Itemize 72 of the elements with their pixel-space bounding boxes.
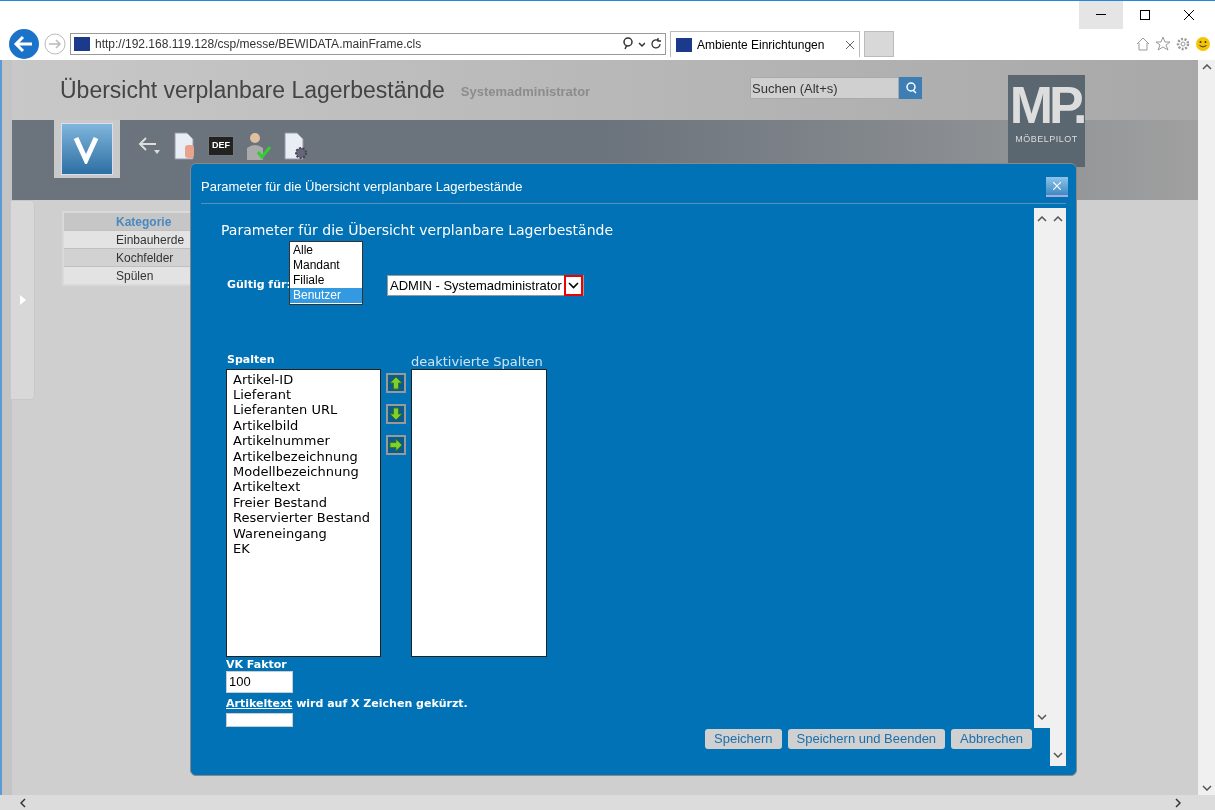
scroll-up-icon[interactable] [1201,64,1212,70]
list-item[interactable]: Artikeltext [233,479,374,495]
dropdown-button[interactable] [563,275,583,296]
move-right-button[interactable] [386,434,406,455]
confirm-button[interactable] [54,120,120,178]
dropdown-option[interactable]: Mandant [290,258,362,273]
expand-icon [19,295,26,305]
star-icon[interactable] [1155,36,1171,52]
logo-name: MÖBELPILOT [1015,133,1078,146]
refresh-icon[interactable] [650,38,662,50]
list-item[interactable]: Wareneingang [233,525,374,541]
dialog-button[interactable]: Speichern und Beenden [787,729,946,749]
search-icon[interactable] [623,37,645,51]
dropdown-option[interactable]: Alle [290,243,362,258]
close-icon [1184,10,1194,20]
search-button[interactable] [899,77,922,99]
url-text: http://192.168.119.128/csp/messe/BEWIDATA.mainFrame.cls [95,36,423,53]
scroll-down-icon[interactable] [1201,785,1212,791]
dialog-button[interactable]: Speichern [705,729,782,749]
page-title: Übersicht verplanbare Lagerbestände [60,75,445,105]
site-logo-icon [676,37,692,52]
document-gear-icon[interactable] [284,132,308,160]
site-logo-icon [74,37,90,51]
chevron-down-icon [567,282,579,289]
section-label: Spalten [227,352,275,368]
list-item[interactable]: Artikelnummer [233,433,374,449]
minimize-icon [1096,14,1106,16]
text-limit-field[interactable] [226,713,293,727]
browser-tab[interactable]: Ambiente Einrichtungen [670,31,860,57]
valid-for-select[interactable]: ADMIN - Systemadministrator [387,275,584,296]
dialog-heading: Parameter für die Übersicht verplanbare Lagerbestände [221,221,615,240]
move-down-button[interactable] [386,403,406,424]
dialog-title: Parameter für die Übersicht verplanbare Lagerbestände [201,177,524,196]
scroll-left-icon[interactable] [20,797,26,808]
home-icon[interactable] [1135,36,1151,52]
dropdown-option[interactable]: Filiale [290,273,362,288]
address-bar[interactable]: http://192.168.119.128/csp/messe/BEWIDATA.mainFrame.cls [70,33,666,55]
field-label: Artikeltext wird auf X Zeichen gekürzt. [226,695,469,712]
scroll-right-icon[interactable] [1175,797,1181,808]
list-item[interactable]: Artikel-ID [233,371,374,387]
search-icon [904,82,917,94]
list-item[interactable]: Lieferant [233,386,374,403]
scroll-down-icon[interactable] [1037,714,1047,720]
back-icon[interactable] [8,28,40,60]
search-field[interactable]: Suchen (Alt+s) [750,77,899,99]
artikeltext-link[interactable]: Artikeltext [226,696,293,710]
deactivated-columns-list[interactable] [411,368,547,657]
list-item[interactable]: Lieferanten URL [233,402,374,418]
section-label: deaktivierte Spalten [411,353,544,369]
def-icon[interactable]: DEF [208,136,234,156]
maximize-icon [1140,10,1150,20]
close-tab-icon[interactable] [846,40,854,49]
logo-mark: MP. [1009,77,1084,133]
sidebar-toggle[interactable] [10,200,35,400]
list-item[interactable]: Freier Bestand [233,494,374,511]
dialog-button[interactable]: Abbrechen [951,729,1032,749]
close-button[interactable] [1046,176,1068,197]
close-icon [1053,181,1061,190]
list-item[interactable]: Artikelbezeichnung [233,448,374,464]
field-label: VK Faktor [226,658,288,671]
scroll-down-icon[interactable] [1053,752,1063,758]
smiley-icon[interactable] [1195,36,1211,52]
tab-title: Ambiente Einrichtungen [697,36,826,54]
list-item[interactable]: EK [233,540,374,557]
move-up-button[interactable] [386,372,406,393]
person-check-icon[interactable] [246,132,272,160]
vk-factor-field[interactable]: 100 [226,670,293,693]
list-item[interactable]: Reservierter Bestand [233,510,374,526]
list-item[interactable]: Modellbezeichnung [233,463,374,480]
columns-list[interactable]: Artikel-ID Lieferant Lieferanten URL Artikelbild Artikelnummer Artikelbezeichnung Modellbezeichnung Artikeltext Freier Bestand Reservierter Bestand Wareneingang EK [226,368,381,657]
list-item[interactable]: Artikelbild [233,417,374,434]
document-hand-icon[interactable] [174,132,196,160]
